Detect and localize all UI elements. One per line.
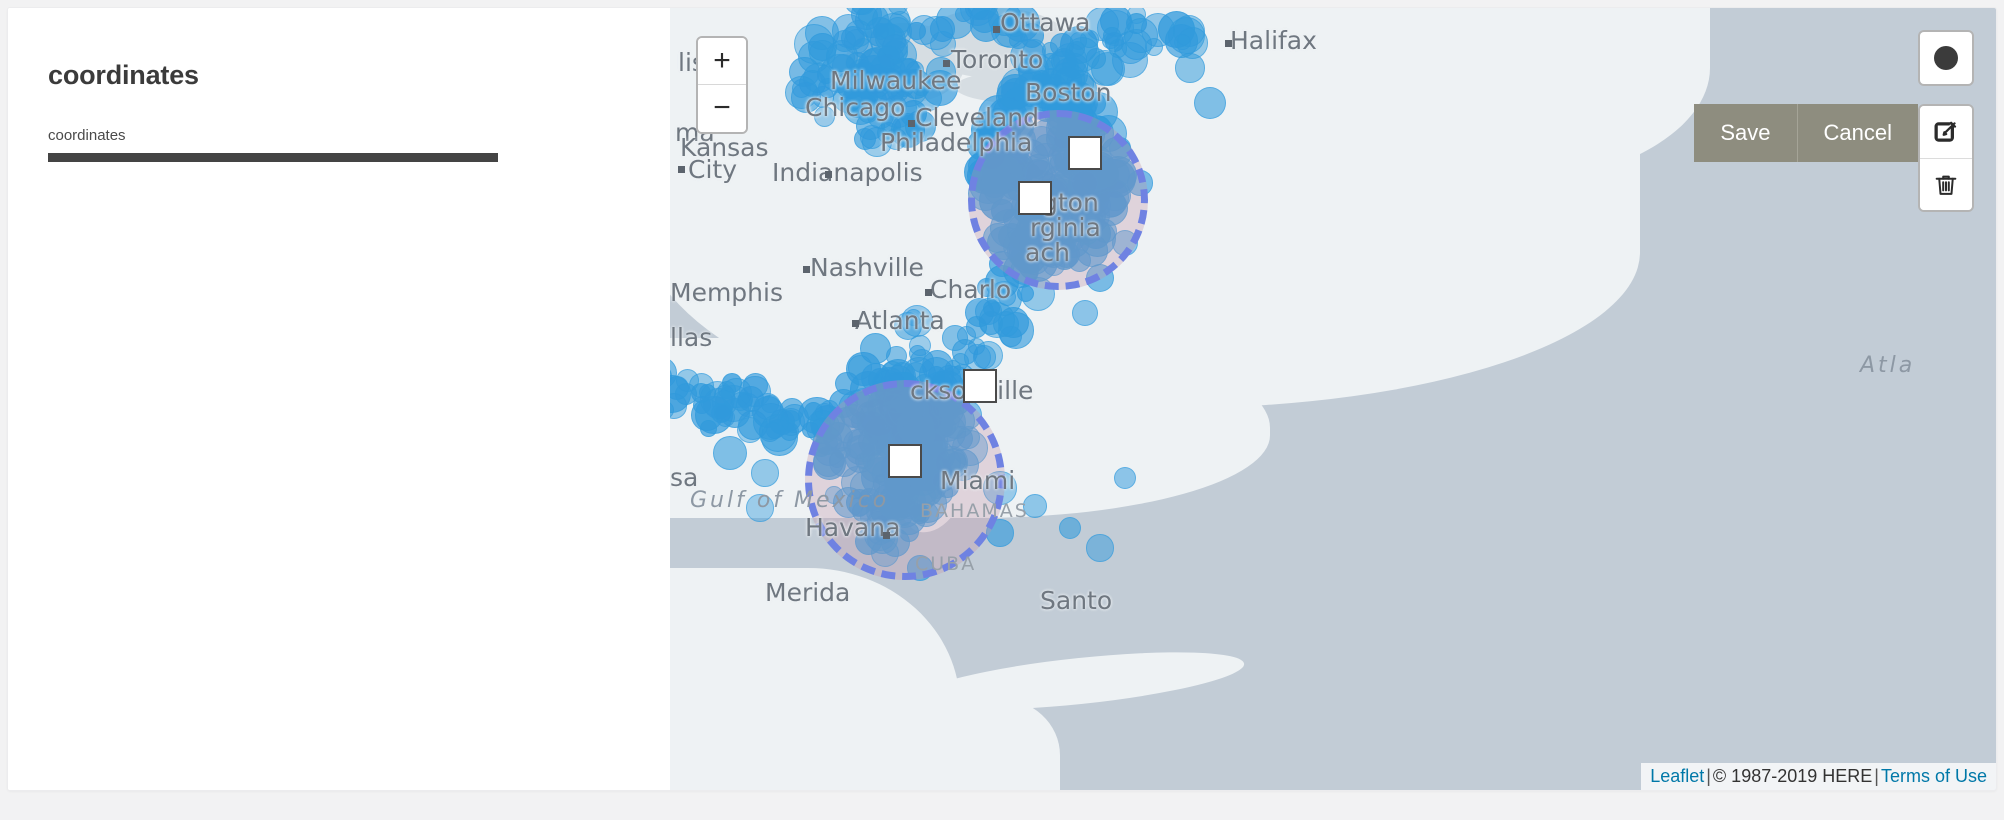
leaflet-link[interactable]: Leaflet (1650, 766, 1704, 786)
circle-edit-handle[interactable] (1068, 136, 1102, 170)
trash-can-icon (1935, 175, 1957, 195)
circle-edit-handle[interactable] (1018, 181, 1052, 215)
coordinates-field-label: coordinates (48, 127, 126, 144)
map-attribution: Leaflet | © 1987-2019 HERE | Terms of Use (1641, 763, 1996, 790)
edit-square-pencil-icon (1934, 121, 1957, 142)
page-title: coordinates (48, 60, 199, 90)
zoom-out-button[interactable]: − (698, 85, 746, 132)
terms-of-use-link[interactable]: Terms of Use (1881, 766, 1987, 786)
edit-actions[interactable]: Save Cancel (1694, 104, 1918, 162)
content-card: coordinates coordinates Ottawa Halifax T… (8, 8, 1996, 790)
draw-toolbar[interactable]: Save Cancel (1694, 30, 1974, 212)
attribution-separator-2: | (1874, 766, 1879, 786)
delete-layers-button[interactable] (1920, 158, 1972, 210)
lake-erie (955, 70, 1105, 104)
attribution-separator-1: | (1706, 766, 1711, 786)
draw-circlemarker-button[interactable] (1920, 32, 1972, 84)
edit-action-row[interactable]: Save Cancel (1694, 104, 1974, 212)
screen-root: coordinates coordinates Ottawa Halifax T… (0, 0, 2004, 820)
lake-huron (920, 8, 1070, 78)
form-panel: coordinates coordinates (8, 8, 670, 790)
filled-circle-icon (1934, 46, 1958, 70)
save-button[interactable]: Save (1694, 104, 1797, 162)
zoom-in-button[interactable]: + (698, 38, 746, 85)
edit-tools-group[interactable] (1918, 104, 1974, 212)
landmass-yucatan (820, 698, 1060, 790)
attribution-copyright: © 1987-2019 HERE (1712, 766, 1873, 786)
edit-layers-button[interactable] (1920, 106, 1972, 158)
leaflet-map[interactable]: lis.OttawaHalifaxTorontoMilwaukeeBostonC… (670, 8, 1996, 790)
circle-edit-handle[interactable] (963, 369, 997, 403)
landmass-northeast (1290, 8, 1710, 188)
cancel-button[interactable]: Cancel (1796, 104, 1918, 162)
landmass-cuba (913, 640, 1247, 722)
zoom-control[interactable]: + − (696, 36, 748, 134)
coordinates-field-block: coordinates (48, 127, 498, 162)
coordinates-input[interactable] (48, 153, 498, 162)
circle-edit-handle[interactable] (888, 444, 922, 478)
draw-tools-group[interactable] (1918, 30, 1974, 86)
